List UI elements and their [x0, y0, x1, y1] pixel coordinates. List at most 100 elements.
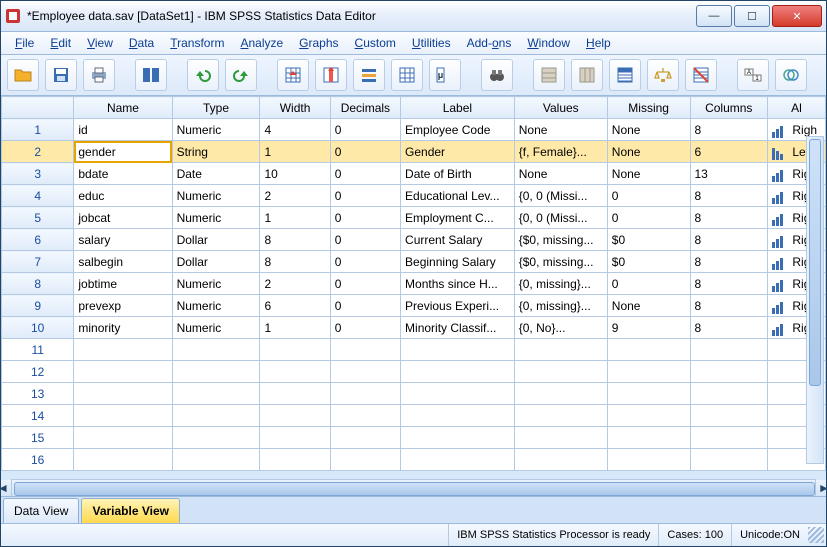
cell[interactable]: Previous Experi...: [401, 295, 515, 317]
cell[interactable]: salary: [74, 229, 172, 251]
cell[interactable]: 0: [607, 273, 690, 295]
variable-grid[interactable]: NameTypeWidthDecimalsLabelValuesMissingC…: [1, 96, 826, 497]
col-header[interactable]: Type: [172, 97, 260, 119]
use-sets-button[interactable]: [775, 59, 807, 91]
cell[interactable]: Date of Birth: [401, 163, 515, 185]
cell[interactable]: [74, 383, 172, 405]
menu-custom[interactable]: Custom: [355, 36, 396, 50]
table-row[interactable]: 6salaryDollar80Current Salary{$0, missin…: [2, 229, 826, 251]
cell[interactable]: [401, 361, 515, 383]
cell[interactable]: 1: [2, 119, 74, 141]
cell[interactable]: gender: [74, 141, 172, 163]
tab-data-view[interactable]: Data View: [3, 498, 79, 523]
cell[interactable]: [330, 361, 400, 383]
col-header[interactable]: Missing: [607, 97, 690, 119]
cell[interactable]: 4: [2, 185, 74, 207]
cell[interactable]: [260, 383, 330, 405]
table-row[interactable]: 8jobtimeNumeric20Months since H...{0, mi…: [2, 273, 826, 295]
goto-variable-button[interactable]: [315, 59, 347, 91]
cell[interactable]: [74, 339, 172, 361]
cell[interactable]: [74, 449, 172, 471]
cell[interactable]: [401, 339, 515, 361]
cell[interactable]: {0, 0 (Missi...: [514, 185, 607, 207]
cell[interactable]: [514, 383, 607, 405]
cell[interactable]: 8: [260, 251, 330, 273]
minimize-button[interactable]: —: [696, 5, 732, 27]
cell[interactable]: [690, 449, 768, 471]
cell[interactable]: Educational Lev...: [401, 185, 515, 207]
cell[interactable]: 0: [330, 163, 400, 185]
menu-data[interactable]: Data: [129, 36, 154, 50]
cell[interactable]: 0: [330, 295, 400, 317]
menu-graphs[interactable]: Graphs: [299, 36, 338, 50]
cell[interactable]: 2: [2, 141, 74, 163]
scroll-left-icon[interactable]: ◄: [1, 480, 12, 496]
cell[interactable]: [260, 449, 330, 471]
cell[interactable]: [172, 427, 260, 449]
cell[interactable]: {$0, missing...: [514, 251, 607, 273]
cell[interactable]: 8: [260, 229, 330, 251]
close-button[interactable]: ✕: [772, 5, 822, 27]
cell[interactable]: educ: [74, 185, 172, 207]
cell[interactable]: 4: [260, 119, 330, 141]
cell[interactable]: 0: [330, 185, 400, 207]
col-header[interactable]: Decimals: [330, 97, 400, 119]
col-header[interactable]: [2, 97, 74, 119]
cell[interactable]: {0, 0 (Missi...: [514, 207, 607, 229]
cell[interactable]: None: [514, 119, 607, 141]
cell[interactable]: {0, missing}...: [514, 273, 607, 295]
horizontal-scrollbar[interactable]: ◄ ►: [11, 479, 816, 496]
cell[interactable]: 8: [690, 185, 768, 207]
table-row-empty[interactable]: 15: [2, 427, 826, 449]
cell[interactable]: [607, 405, 690, 427]
cell[interactable]: 8: [690, 273, 768, 295]
cell[interactable]: 8: [690, 207, 768, 229]
table-row[interactable]: 7salbeginDollar80Beginning Salary{$0, mi…: [2, 251, 826, 273]
cell[interactable]: 9: [2, 295, 74, 317]
table-row[interactable]: 4educNumeric20Educational Lev...{0, 0 (M…: [2, 185, 826, 207]
cell[interactable]: [690, 405, 768, 427]
cell[interactable]: 6: [260, 295, 330, 317]
cell[interactable]: salbegin: [74, 251, 172, 273]
cell[interactable]: 0: [330, 229, 400, 251]
cell[interactable]: 15: [2, 427, 74, 449]
cell[interactable]: 0: [330, 273, 400, 295]
cell[interactable]: [172, 383, 260, 405]
scroll-right-icon[interactable]: ►: [815, 480, 826, 496]
cell[interactable]: [330, 427, 400, 449]
cell[interactable]: 8: [2, 273, 74, 295]
cell[interactable]: Numeric: [172, 295, 260, 317]
cell[interactable]: 6: [2, 229, 74, 251]
menu-addons[interactable]: Add-ons: [467, 36, 512, 50]
cell[interactable]: 16: [2, 449, 74, 471]
cell[interactable]: 3: [2, 163, 74, 185]
cell[interactable]: 10: [260, 163, 330, 185]
select-cases-button[interactable]: [685, 59, 717, 91]
cell[interactable]: 0: [330, 207, 400, 229]
table-row[interactable]: 1idNumeric40Employee CodeNoneNone8 Righ: [2, 119, 826, 141]
scroll-thumb[interactable]: [14, 482, 815, 496]
redo-button[interactable]: [225, 59, 257, 91]
cell[interactable]: Gender: [401, 141, 515, 163]
cell[interactable]: [690, 427, 768, 449]
cell[interactable]: {0, No}...: [514, 317, 607, 339]
cell[interactable]: 8: [690, 229, 768, 251]
vscroll-thumb[interactable]: [809, 139, 821, 386]
cell[interactable]: 13: [2, 383, 74, 405]
menu-analyze[interactable]: Analyze: [240, 36, 283, 50]
cell[interactable]: Beginning Salary: [401, 251, 515, 273]
variables-button[interactable]: [353, 59, 385, 91]
cell[interactable]: $0: [607, 251, 690, 273]
cell[interactable]: {0, missing}...: [514, 295, 607, 317]
cell[interactable]: [607, 383, 690, 405]
cell[interactable]: [330, 339, 400, 361]
menu-transform[interactable]: Transform: [170, 36, 224, 50]
cell[interactable]: None: [514, 163, 607, 185]
cell[interactable]: 0: [607, 207, 690, 229]
cell[interactable]: 1: [260, 317, 330, 339]
cell[interactable]: Employment C...: [401, 207, 515, 229]
run-descriptives-button[interactable]: [391, 59, 423, 91]
cell[interactable]: 2: [260, 273, 330, 295]
cell[interactable]: 0: [330, 317, 400, 339]
cell[interactable]: [514, 405, 607, 427]
